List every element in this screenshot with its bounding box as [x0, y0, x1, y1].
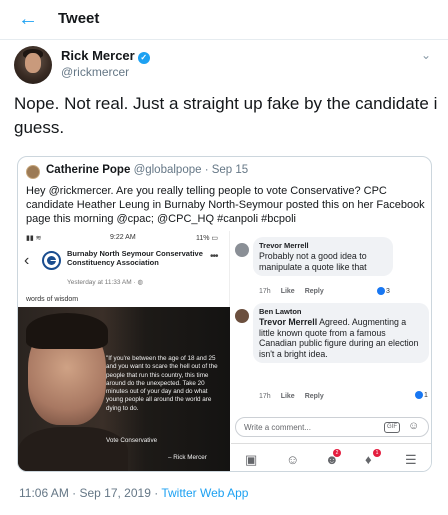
- phone-status-bar: ▮▮ ≋ 9:22 AM 11% ▭: [18, 234, 230, 246]
- comment-text: Trevor Merrell Agreed. Augmenting a litt…: [259, 317, 423, 359]
- like-reaction-icon: [377, 287, 385, 295]
- chevron-down-icon[interactable]: ⌄: [421, 48, 431, 62]
- comment-time: 17h: [259, 288, 271, 295]
- like-link: Like: [280, 288, 295, 295]
- like-link: Like: [280, 393, 295, 400]
- menu-icon: ☰: [405, 452, 417, 467]
- post-caption: words of wisdom: [26, 296, 79, 303]
- commenter-avatar: [235, 243, 249, 257]
- quoted-name: Catherine Pope: [46, 164, 131, 176]
- page-title: Tweet: [58, 10, 100, 27]
- marketplace-icon: ▣: [245, 452, 258, 467]
- reply-link: Reply: [304, 288, 324, 295]
- comment-actions: 17h Like Reply: [259, 288, 334, 295]
- chevron-left-icon: ‹: [24, 252, 30, 269]
- author-name[interactable]: Rick Mercer ✓: [61, 48, 150, 64]
- tweet-text: Nope. Not real. Just a straight up fake …: [14, 94, 438, 137]
- facebook-post: ▮▮ ≋ 9:22 AM 11% ▭ ‹ Burnaby North Seymo…: [18, 231, 230, 471]
- comment-actions: 17h Like Reply: [259, 393, 334, 400]
- more-icon: •••: [210, 251, 218, 262]
- battery-icon: 11% ▭: [196, 235, 219, 242]
- photo-signature: – Rick Mercer: [168, 454, 207, 461]
- quoted-handle: @globalpope: [133, 164, 202, 176]
- cpc-logo-icon: [42, 251, 61, 270]
- profile-icon: ☺: [286, 452, 300, 467]
- embedded-screenshot[interactable]: ▮▮ ≋ 9:22 AM 11% ▭ ‹ Burnaby North Seymo…: [18, 231, 431, 471]
- quoted-date: · Sep 15: [204, 164, 249, 176]
- groups-icon: ☻ 2: [325, 449, 341, 467]
- tweet-footer: 11:06 AM · Sep 17, 2019 · Twitter Web Ap…: [19, 486, 248, 500]
- verified-icon: ✓: [137, 52, 150, 64]
- comment-text: Probably not a good idea to manipulate a…: [259, 251, 367, 272]
- photo-vote: Vote Conservative: [106, 437, 158, 444]
- org-post-time: Yesterday at 11:33 AM · ◍: [67, 279, 144, 286]
- comment-author: Ben Lawton: [259, 307, 302, 316]
- emoji-icon: ☺: [408, 420, 420, 432]
- comment-author: Trevor Merrell: [259, 241, 309, 250]
- quoted-header: Catherine Pope @globalpope · Sep 15: [46, 164, 248, 176]
- quoted-text: Hey @rickmercer. Are you really telling …: [26, 185, 425, 225]
- quoted-avatar: [26, 165, 40, 179]
- tweet-source-app[interactable]: Twitter Web App: [161, 486, 248, 500]
- reply-link: Reply: [304, 393, 324, 400]
- quoted-tweet[interactable]: Catherine Pope @globalpope · Sep 15 Hey …: [17, 156, 432, 472]
- reaction-number: 1: [424, 391, 428, 399]
- org-name: Burnaby North Seymour Conservative Const…: [67, 249, 203, 267]
- facebook-nav-bar: ▣ ☺ ☻ 2 ♦ 1 ☰: [231, 443, 431, 471]
- reaction-count: 1: [415, 391, 428, 399]
- photo-body: [18, 427, 128, 471]
- comment-placeholder: Write a comment...: [244, 423, 311, 432]
- notifications-badge: 1: [373, 449, 381, 457]
- gif-icon: GIF: [384, 422, 400, 433]
- header: ← Tweet: [0, 0, 448, 40]
- author-name-text[interactable]: Rick Mercer: [61, 48, 135, 63]
- author-handle[interactable]: @rickmercer: [61, 65, 129, 79]
- avatar[interactable]: [14, 46, 52, 84]
- arrow-left-icon[interactable]: ←: [18, 8, 38, 30]
- comment-time: 17h: [259, 393, 271, 400]
- bell-icon: ♦ 1: [365, 449, 381, 467]
- comment-bubble: Trevor Merrell Probably not a good idea …: [253, 237, 393, 276]
- comment-bubble: Ben Lawton Trevor Merrell Agreed. Augmen…: [253, 303, 429, 363]
- groups-badge: 2: [333, 449, 341, 457]
- status-time: 9:22 AM: [110, 234, 136, 241]
- comment-mention: Trevor Merrell: [259, 317, 318, 327]
- comment-input: Write a comment... GIF ☺: [235, 417, 429, 437]
- reaction-number: 3: [386, 287, 390, 295]
- reaction-count: 3: [377, 287, 390, 295]
- tweet-timestamp[interactable]: 11:06 AM · Sep 17, 2019 ·: [19, 486, 161, 500]
- photo-quote: "If you're between the age of 18 and 25 …: [106, 355, 218, 412]
- photo-hair: [26, 313, 108, 349]
- like-reaction-icon: [415, 391, 423, 399]
- facebook-comments: Trevor Merrell Probably not a good idea …: [231, 231, 431, 471]
- signal-icon: ▮▮ ≋: [26, 235, 42, 242]
- commenter-avatar: [235, 309, 249, 323]
- post-photo: "If you're between the age of 18 and 25 …: [18, 307, 230, 471]
